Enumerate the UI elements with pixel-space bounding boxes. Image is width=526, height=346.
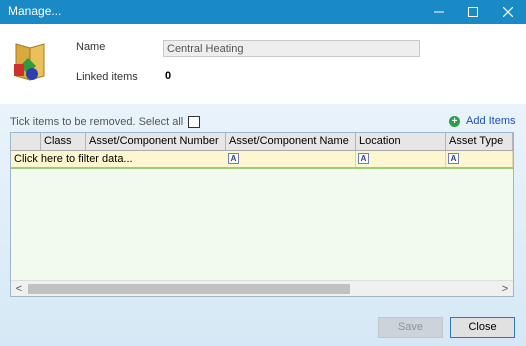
grid-header-check[interactable]: [11, 133, 41, 150]
items-panel: Tick items to be removed. Select all + A…: [0, 104, 526, 346]
filter-cell-location[interactable]: A: [356, 151, 446, 167]
details-header: Name Central Heating Linked items 0: [0, 24, 526, 104]
title-bar: Manage...: [0, 0, 526, 24]
scroll-thumb[interactable]: [28, 284, 350, 294]
window-title: Manage...: [8, 4, 62, 18]
name-label: Name: [76, 41, 106, 53]
maximize-button[interactable]: [456, 0, 490, 24]
grid-header: Class Asset/Component Number Asset/Compo…: [11, 133, 513, 151]
name-field[interactable]: Central Heating: [163, 40, 420, 57]
plus-icon: +: [449, 115, 460, 127]
tick-select-all-row: Tick items to be removed. Select all: [10, 116, 201, 128]
filter-icon[interactable]: A: [448, 153, 459, 164]
column-header-class[interactable]: Class: [41, 133, 86, 150]
linked-items-label: Linked items: [76, 71, 138, 83]
filter-placeholder[interactable]: Click here to filter data...: [14, 153, 133, 165]
items-grid: Class Asset/Component Number Asset/Compo…: [10, 132, 514, 297]
column-header-location[interactable]: Location: [356, 133, 446, 150]
column-header-asset-name[interactable]: Asset/Component Name: [226, 133, 356, 150]
close-button[interactable]: Close: [450, 317, 515, 338]
scroll-right-icon[interactable]: >: [497, 281, 513, 296]
save-button[interactable]: Save: [378, 317, 443, 338]
filter-icon[interactable]: A: [358, 153, 369, 164]
tick-items-label: Tick items to be removed. Select all: [10, 116, 184, 128]
filter-row[interactable]: Click here to filter data... A A A: [11, 151, 513, 169]
maximize-icon: [468, 7, 478, 17]
minimize-button[interactable]: [422, 0, 456, 24]
linked-items-count: 0: [165, 70, 172, 82]
minimize-icon: [434, 11, 444, 13]
close-window-button[interactable]: [491, 0, 525, 24]
add-items-button[interactable]: + Add Items: [449, 115, 516, 127]
column-header-asset-number[interactable]: Asset/Component Number: [86, 133, 226, 150]
close-icon: [503, 7, 513, 17]
add-items-label: Add Items: [466, 115, 516, 127]
select-all-checkbox[interactable]: [188, 116, 201, 128]
filter-cell-asset-name[interactable]: A: [226, 151, 356, 167]
scroll-left-icon[interactable]: <: [11, 281, 27, 296]
column-header-asset-type[interactable]: Asset Type: [446, 133, 513, 150]
folder-assets-icon: [14, 43, 45, 81]
filter-icon[interactable]: A: [228, 153, 239, 164]
horizontal-scrollbar[interactable]: < >: [11, 280, 513, 296]
filter-cell-asset-type[interactable]: A: [446, 151, 513, 167]
